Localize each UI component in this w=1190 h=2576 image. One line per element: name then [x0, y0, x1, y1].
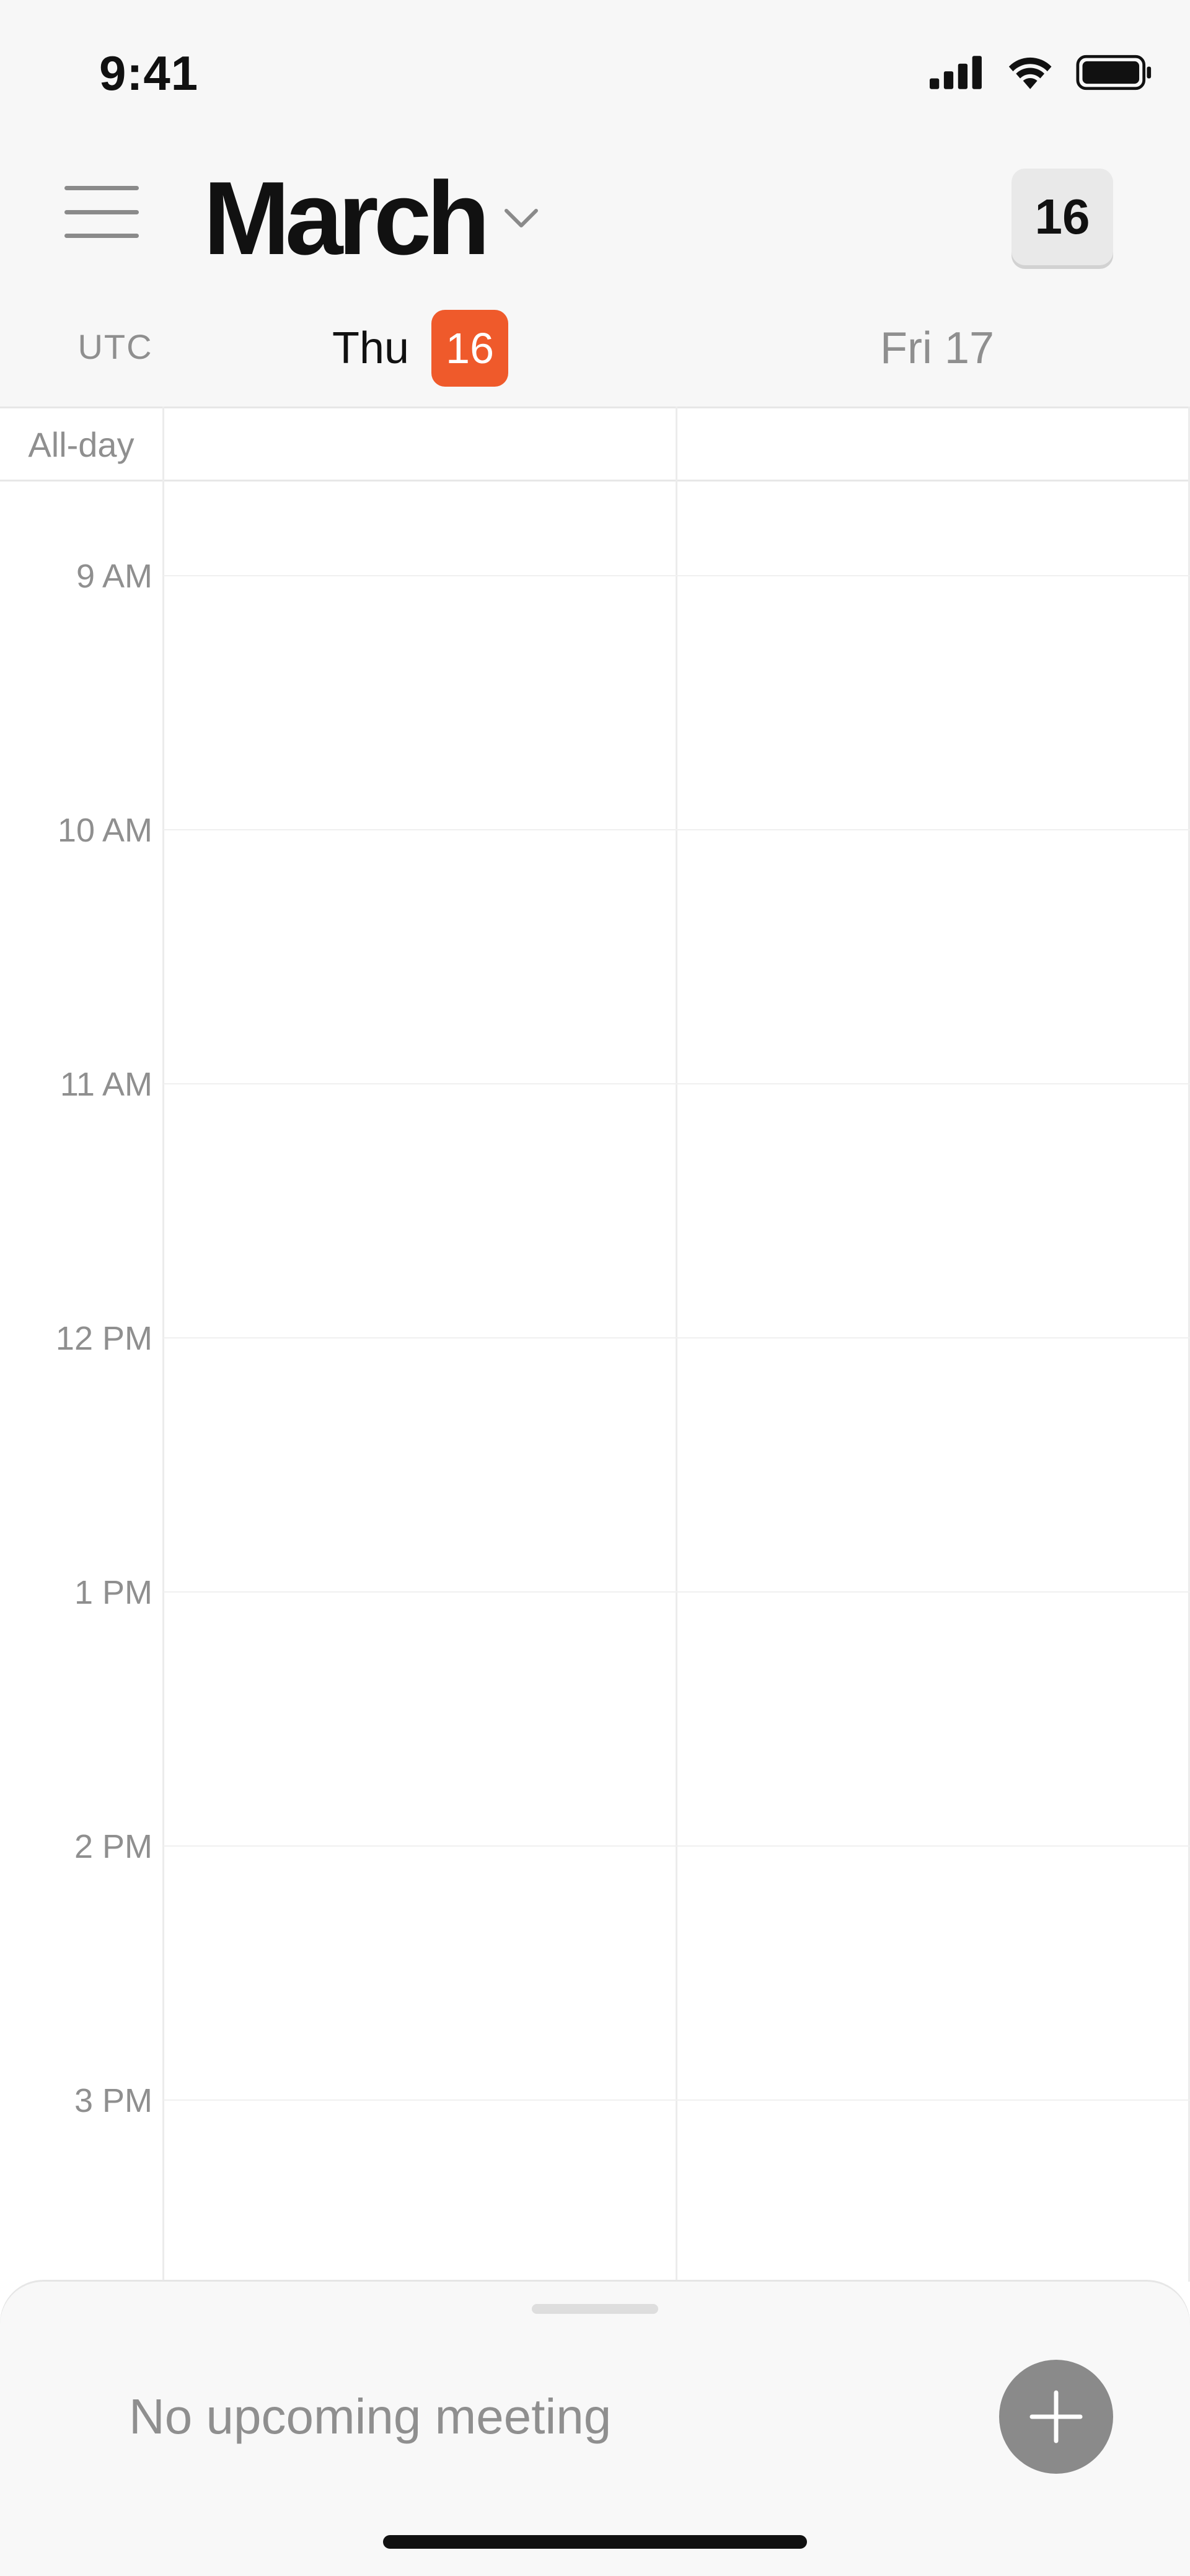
month-picker[interactable]: March [203, 156, 539, 280]
wifi-icon [1008, 57, 1052, 89]
home-indicator[interactable] [383, 2535, 807, 2549]
add-event-button[interactable] [999, 2360, 1113, 2474]
day-header-fri[interactable]: Fri 17 [880, 322, 994, 374]
month-title: March [203, 160, 490, 276]
hour-line [164, 1591, 1190, 1593]
grid-top-divider [0, 407, 1190, 408]
hamburger-icon-bar [64, 234, 139, 238]
hamburger-icon-bar [64, 209, 139, 214]
upcoming-meeting-text: No upcoming meeting [129, 2389, 612, 2444]
day-column-fri[interactable] [677, 481, 1188, 2282]
hour-label: 1 PM [74, 1574, 152, 1611]
hour-label: 3 PM [74, 2082, 152, 2119]
today-date-badge: 16 [431, 310, 509, 387]
hour-line [164, 1845, 1190, 1847]
timezone-label: UTC [77, 327, 153, 366]
hour-label: 10 AM [57, 812, 152, 849]
hour-label: 2 PM [74, 1828, 152, 1865]
day-header-thu[interactable]: Thu 16 [332, 310, 509, 387]
hour-line [164, 1083, 1190, 1084]
menu-button[interactable] [64, 186, 139, 238]
cellular-signal-icon [930, 56, 982, 89]
plus-icon [1029, 2390, 1083, 2443]
status-time: 9:41 [99, 46, 199, 100]
allday-label: All-day [28, 425, 134, 464]
battery-icon [1076, 55, 1152, 90]
hour-line [164, 2099, 1190, 2101]
hour-label: 9 AM [76, 558, 152, 595]
hour-line [164, 829, 1190, 830]
hour-label: 11 AM [60, 1066, 152, 1103]
hour-line [164, 575, 1190, 576]
sheet-drag-handle[interactable] [532, 2304, 658, 2314]
hour-label: 12 PM [55, 1320, 152, 1357]
day-column-thu[interactable] [164, 481, 676, 2282]
hamburger-icon [64, 186, 139, 190]
hour-line [164, 1337, 1190, 1339]
today-button[interactable]: 16 [1011, 169, 1113, 265]
day-of-week: Thu [332, 323, 410, 373]
chevron-down-icon [504, 209, 538, 227]
status-icons [930, 51, 1153, 94]
